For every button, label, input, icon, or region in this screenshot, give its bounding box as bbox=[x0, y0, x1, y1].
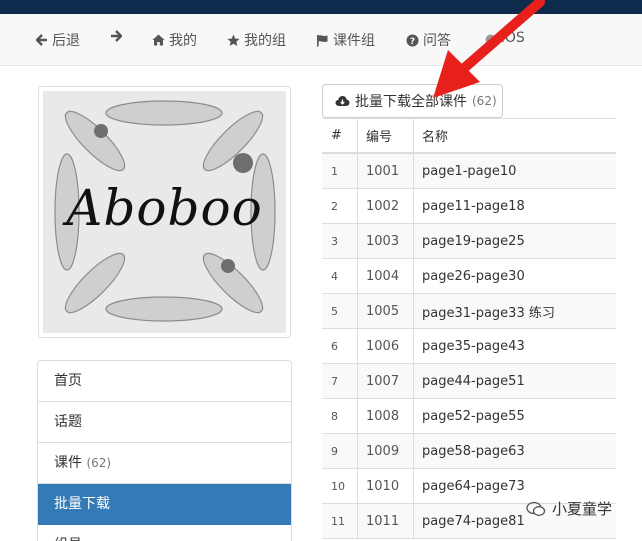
nav-mine[interactable]: 我的 bbox=[152, 30, 197, 50]
table-row[interactable]: 3 1003 page19-page25 bbox=[322, 224, 616, 259]
table-row[interactable]: 1 1001 page1-page10 bbox=[322, 154, 616, 189]
nav-ios[interactable]: iOS bbox=[484, 30, 525, 46]
home-icon bbox=[152, 34, 165, 46]
row-index: 11 bbox=[322, 504, 358, 538]
row-code: 1004 bbox=[358, 259, 414, 293]
batch-download-all-button[interactable]: 批量下载全部课件 (62) bbox=[322, 84, 503, 118]
sidebar: 首页 话题 课件 (62) 批量下载 组员 bbox=[37, 360, 292, 541]
row-code: 1006 bbox=[358, 329, 414, 363]
nav-mine-label: 我的 bbox=[169, 33, 197, 49]
sidebar-item-topics[interactable]: 话题 bbox=[38, 402, 291, 443]
row-code: 1002 bbox=[358, 189, 414, 223]
back-link[interactable]: 后退 bbox=[36, 30, 80, 50]
row-index: 5 bbox=[322, 294, 358, 328]
sidebar-item-home[interactable]: 首页 bbox=[38, 361, 291, 402]
row-name-link[interactable]: page26-page30 bbox=[414, 259, 616, 293]
row-name-link[interactable]: page35-page43 bbox=[414, 329, 616, 363]
row-index: 3 bbox=[322, 224, 358, 258]
batch-download-count: (62) bbox=[472, 94, 497, 108]
row-name-link[interactable]: page31-page33 练习 bbox=[414, 294, 616, 328]
row-code: 1010 bbox=[358, 469, 414, 503]
row-code: 1005 bbox=[358, 294, 414, 328]
sidebar-item-courseware[interactable]: 课件 (62) bbox=[38, 443, 291, 484]
column-header-code: 编号 bbox=[358, 119, 414, 152]
row-name-link[interactable]: page44-page51 bbox=[414, 364, 616, 398]
watermark-text: 小夏童学 bbox=[552, 500, 613, 518]
column-header-name: 名称 bbox=[422, 130, 449, 145]
nav-courseware-group-label: 课件组 bbox=[333, 33, 375, 49]
row-code: 1003 bbox=[358, 224, 414, 258]
navbar: 后退 我的 我的组 课件组 ? 问答 iOS bbox=[0, 14, 642, 66]
sidebar-item-label: 首页 bbox=[54, 373, 82, 389]
batch-download-label: 批量下载全部课件 bbox=[355, 94, 467, 110]
logo-image: Aboboo bbox=[43, 91, 286, 333]
table-row[interactable]: 8 1008 page52-page55 bbox=[322, 399, 616, 434]
row-code: 1011 bbox=[358, 504, 414, 538]
sidebar-item-label: 课件 bbox=[54, 455, 82, 471]
nav-mygroup[interactable]: 我的组 bbox=[227, 30, 286, 50]
arrow-right-icon bbox=[111, 30, 122, 42]
nav-ios-label: iOS bbox=[501, 30, 525, 46]
sidebar-item-count: (62) bbox=[86, 456, 112, 470]
wechat-watermark: 小夏童学 bbox=[526, 498, 612, 519]
table-header: # 编号 名称 bbox=[322, 119, 616, 154]
arrow-left-icon bbox=[36, 34, 47, 46]
svg-text:?: ? bbox=[410, 37, 415, 47]
star-icon bbox=[227, 34, 240, 46]
table-row[interactable]: 4 1004 page26-page30 bbox=[322, 259, 616, 294]
row-name-link[interactable]: page1-page10 bbox=[414, 154, 616, 188]
row-index: 4 bbox=[322, 259, 358, 293]
sidebar-item-label: 话题 bbox=[54, 414, 82, 430]
back-label: 后退 bbox=[52, 33, 80, 49]
apple-icon bbox=[485, 34, 496, 44]
row-index: 6 bbox=[322, 329, 358, 363]
row-name-link[interactable]: page52-page55 bbox=[414, 399, 616, 433]
row-code: 1001 bbox=[358, 154, 414, 188]
nav-mygroup-label: 我的组 bbox=[244, 33, 286, 49]
table-row[interactable]: 6 1006 page35-page43 bbox=[322, 329, 616, 364]
sidebar-item-batch-download[interactable]: 批量下载 bbox=[38, 484, 291, 525]
sidebar-item-members[interactable]: 组员 bbox=[38, 525, 291, 541]
column-header-index: # bbox=[322, 119, 358, 152]
group-logo: Aboboo bbox=[38, 86, 291, 338]
nav-qa-label: 问答 bbox=[423, 33, 451, 49]
top-banner bbox=[0, 0, 642, 14]
question-circle-icon: ? bbox=[406, 34, 419, 47]
wechat-icon bbox=[526, 501, 546, 516]
row-code: 1009 bbox=[358, 434, 414, 468]
table-row[interactable]: 2 1002 page11-page18 bbox=[322, 189, 616, 224]
table-row[interactable]: 5 1005 page31-page33 练习 bbox=[322, 294, 616, 329]
courseware-table: # 编号 名称 1 1001 page1-page10 2 1002 page11-pa… bbox=[322, 118, 616, 539]
forward-link[interactable] bbox=[110, 30, 122, 42]
row-name-link[interactable]: page19-page25 bbox=[414, 224, 616, 258]
row-index: 7 bbox=[322, 364, 358, 398]
row-index: 8 bbox=[322, 399, 358, 433]
row-index: 10 bbox=[322, 469, 358, 503]
table-row[interactable]: 7 1007 page44-page51 bbox=[322, 364, 616, 399]
row-code: 1007 bbox=[358, 364, 414, 398]
nav-qa[interactable]: ? 问答 bbox=[406, 30, 451, 50]
cloud-download-icon bbox=[335, 96, 350, 106]
nav-courseware-group[interactable]: 课件组 bbox=[316, 30, 375, 50]
row-index: 1 bbox=[322, 154, 358, 188]
row-name-link[interactable]: page11-page18 bbox=[414, 189, 616, 223]
sidebar-item-label: 批量下载 bbox=[54, 496, 110, 512]
flag-icon bbox=[317, 34, 328, 46]
row-index: 9 bbox=[322, 434, 358, 468]
row-name-link[interactable]: page58-page63 bbox=[414, 434, 616, 468]
row-code: 1008 bbox=[358, 399, 414, 433]
sidebar-item-label: 组员 bbox=[54, 537, 82, 541]
table-row[interactable]: 9 1009 page58-page63 bbox=[322, 434, 616, 469]
row-index: 2 bbox=[322, 189, 358, 223]
logo-wordmark: Aboboo bbox=[66, 179, 263, 237]
